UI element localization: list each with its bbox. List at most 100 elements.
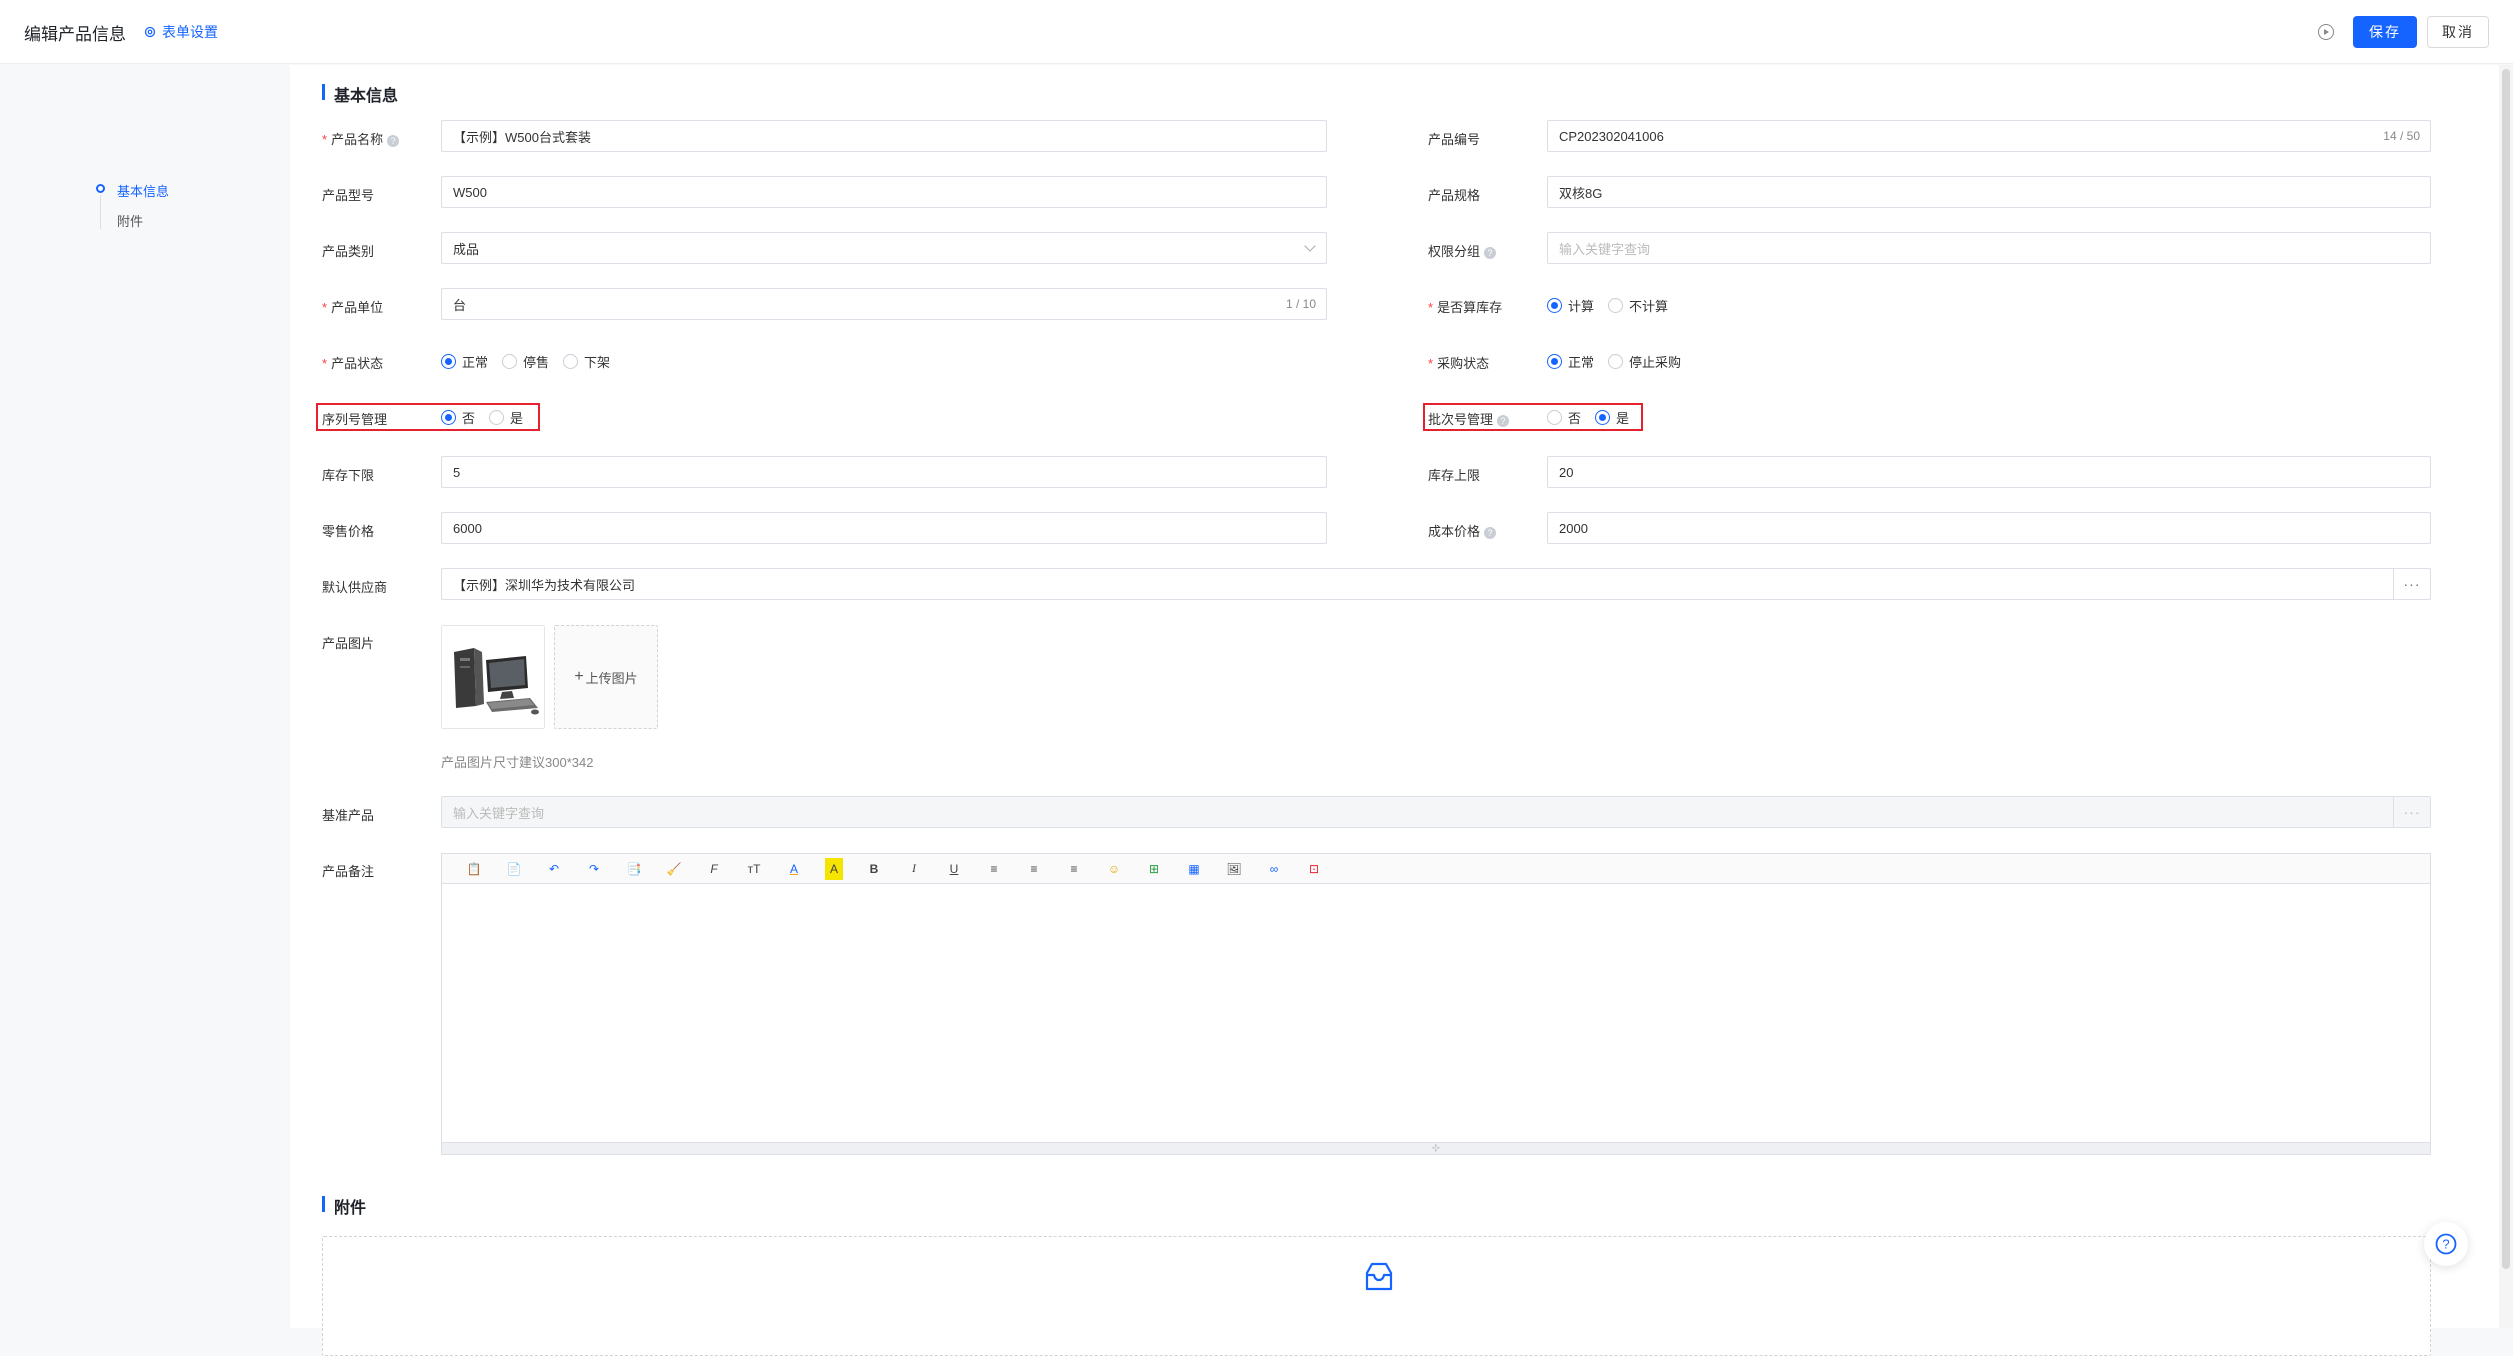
help-icon: ? (1497, 414, 1510, 427)
editor-toolbar: 📋 📄 ↶ ↷ 📑 🧹 F тT A A B I U ≡ ≡ ≡ ☺ ⊞ ▦ 🖼… (442, 854, 2430, 884)
model-label: 产品型号 (322, 188, 375, 203)
anchor-dot (96, 184, 105, 193)
anchor-item-basic-info[interactable]: 基本信息 (117, 181, 169, 200)
page-scrollbar[interactable] (2499, 65, 2513, 1328)
count-stock-label: * 是否算库存 (1428, 300, 1503, 315)
radio-count[interactable]: 计算 (1547, 296, 1594, 315)
form-settings-label: 表单设置 (162, 24, 218, 40)
product-code-input[interactable]: CP202302041006 14 / 50 (1547, 120, 2431, 152)
table-icon[interactable]: ▦ (1174, 858, 1214, 880)
help-floating-button[interactable]: ? (2424, 1222, 2468, 1266)
image-icon[interactable]: 🖼 (1214, 858, 1254, 880)
paste-text-icon[interactable]: 📄 (494, 858, 534, 880)
category-label: 产品类别 (322, 244, 375, 259)
radio-batch-no[interactable]: 否 (1547, 408, 1581, 427)
stock-max-input[interactable]: 20 (1547, 456, 2431, 488)
top-bar: 编辑产品信息 表单设置 保存 取消 (0, 0, 2513, 64)
paste-icon[interactable]: 📋 (454, 858, 494, 880)
radio-serial-no[interactable]: 否 (441, 408, 475, 427)
radio-status-normal[interactable]: 正常 (441, 352, 488, 371)
anchor-line (100, 195, 101, 229)
radio-not-count[interactable]: 不计算 (1608, 296, 1668, 315)
anchor-nav: 基本信息 附件 (0, 65, 290, 1328)
inbox-icon (1365, 1262, 1393, 1291)
supplier-label: 默认供应商 (322, 580, 388, 595)
unit-input[interactable]: 台 1 / 10 (441, 288, 1327, 320)
redo-icon[interactable]: ↷ (574, 858, 614, 880)
product-name-label: * 产品名称? (322, 129, 400, 148)
font-family-icon[interactable]: F (694, 858, 734, 880)
underline-icon[interactable]: U (934, 858, 974, 880)
anchor-item-attachments[interactable]: 附件 (117, 211, 143, 230)
cancel-button[interactable]: 取消 (2427, 16, 2489, 48)
help-icon: ? (1484, 246, 1497, 259)
base-product-placeholder: 输入关键字查询 (453, 805, 545, 821)
cost-price-input[interactable]: 2000 (1547, 512, 2431, 544)
spec-label: 产品规格 (1428, 188, 1481, 203)
highlight-color-icon[interactable]: A (825, 857, 843, 880)
attachment-dropzone[interactable] (322, 1236, 2431, 1356)
product-code-label: 产品编号 (1428, 132, 1481, 147)
permission-group-input[interactable]: 输入关键字查询 (1547, 232, 2431, 264)
purchase-status-radio-group: 正常 停止采购 (1547, 351, 1695, 371)
align-right-icon[interactable]: ≡ (1054, 858, 1094, 880)
product-code-counter: 14 / 50 (2383, 129, 2420, 143)
upload-image-label: 上传图片 (585, 670, 638, 686)
count-stock-radio-group: 计算 不计算 (1547, 295, 1682, 315)
radio-batch-yes[interactable]: 是 (1595, 408, 1629, 427)
page-title: 编辑产品信息 (24, 25, 126, 44)
emoji-icon[interactable]: ☺ (1094, 858, 1134, 880)
align-center-icon[interactable]: ≡ (1014, 858, 1054, 880)
clear-format-icon[interactable]: 🧹 (654, 858, 694, 880)
section-title-basic: 基本信息 (322, 82, 398, 106)
base-product-label: 基准产品 (322, 808, 375, 823)
chevron-down-icon (1304, 240, 1316, 252)
unit-label: * 产品单位 (322, 300, 384, 315)
insert-row-icon[interactable]: ⊞ (1134, 858, 1174, 880)
undo-icon[interactable]: ↶ (534, 858, 574, 880)
image-label: 产品图片 (322, 636, 375, 651)
link-icon[interactable]: ∞ (1254, 858, 1294, 880)
italic-icon[interactable]: I (894, 858, 934, 880)
retail-price-input[interactable]: 6000 (441, 512, 1327, 544)
spec-input[interactable]: 双核8G (1547, 176, 2431, 208)
category-select[interactable]: 成品 (441, 232, 1327, 264)
radio-purchase-stopped[interactable]: 停止采购 (1608, 352, 1681, 371)
radio-serial-yes[interactable]: 是 (489, 408, 523, 427)
align-left-icon[interactable]: ≡ (974, 858, 1014, 880)
help-icon: ? (1484, 526, 1497, 539)
font-color-icon[interactable]: A (774, 858, 814, 880)
radio-purchase-normal[interactable]: 正常 (1547, 352, 1594, 371)
bold-icon[interactable]: B (854, 858, 894, 880)
svg-text:?: ? (2442, 1237, 2449, 1252)
remarks-label: 产品备注 (322, 864, 375, 879)
stock-max-label: 库存上限 (1428, 468, 1481, 483)
scrollbar-thumb[interactable] (2502, 69, 2510, 1269)
radio-status-offshelf[interactable]: 下架 (563, 352, 610, 371)
radio-status-stopped[interactable]: 停售 (502, 352, 549, 371)
rich-text-editor[interactable]: 📋 📄 ↶ ↷ 📑 🧹 F тT A A B I U ≡ ≡ ≡ ☺ ⊞ ▦ 🖼… (441, 853, 2431, 1155)
stock-min-input[interactable]: 5 (441, 456, 1327, 488)
supplier-input[interactable]: 【示例】深圳华为技术有限公司 ··· (441, 568, 2431, 600)
upload-image-button[interactable]: + 上传图片 (554, 625, 658, 729)
base-product-more-button: ··· (2393, 797, 2430, 827)
product-name-input[interactable]: 【示例】W500台式套装 (441, 120, 1327, 152)
product-image-thumbnail[interactable] (441, 625, 545, 729)
status-radio-group: 正常 停售 下架 (441, 351, 624, 371)
supplier-more-button[interactable]: ··· (2393, 569, 2430, 599)
model-input[interactable]: W500 (441, 176, 1327, 208)
category-value: 成品 (453, 241, 480, 257)
serial-mgmt-radio-group: 否 是 (441, 407, 537, 427)
stock-min-label: 库存下限 (322, 468, 375, 483)
purchase-status-label: * 采购状态 (1428, 356, 1490, 371)
plus-icon: + (574, 668, 584, 685)
source-code-icon[interactable]: ⊡ (1294, 858, 1334, 880)
copy-format-icon[interactable]: 📑 (614, 858, 654, 880)
editor-resize-handle[interactable]: ⊹ (442, 1142, 2430, 1154)
play-icon[interactable] (2318, 24, 2334, 40)
base-product-input: 输入关键字查询 ··· (441, 796, 2431, 828)
save-button[interactable]: 保存 (2353, 16, 2417, 48)
question-icon: ? (2435, 1233, 2457, 1255)
form-settings-link[interactable]: 表单设置 (144, 22, 218, 42)
font-size-icon[interactable]: тT (734, 858, 774, 880)
